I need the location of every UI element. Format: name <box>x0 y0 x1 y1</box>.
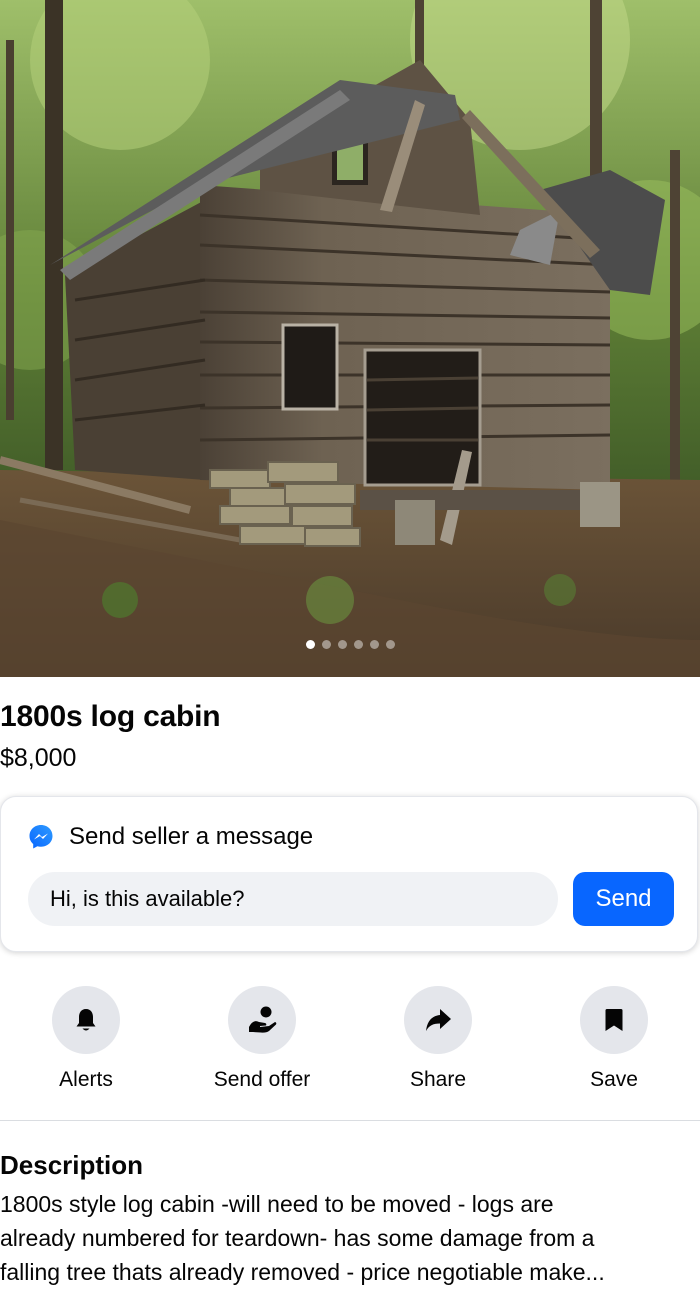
message-card-header: Send seller a message <box>27 823 313 851</box>
message-card-title: Send seller a message <box>69 823 314 850</box>
messenger-icon <box>29 825 53 849</box>
description-line: already numbered for teardown- has some … <box>0 1225 595 1251</box>
photo-dot[interactable] <box>337 640 347 649</box>
save-label: Save <box>590 1068 638 1091</box>
cabin-photo-image <box>0 0 700 677</box>
description-text[interactable]: 1800s style log cabin -will need to be m… <box>0 1187 690 1289</box>
photo-dot[interactable] <box>353 640 363 649</box>
photo-dot[interactable] <box>321 640 331 649</box>
description-line: falling tree thats already removed - pri… <box>0 1259 605 1285</box>
listing-price: $8,000 <box>0 744 77 772</box>
photo-dot[interactable] <box>305 640 315 649</box>
alerts-label: Alerts <box>59 1068 113 1091</box>
alerts-icon-circle[interactable] <box>52 986 120 1054</box>
share-icon-circle[interactable] <box>404 986 472 1054</box>
bookmark-icon <box>605 1009 623 1031</box>
share-arrow-icon <box>426 1009 451 1031</box>
photo-dot[interactable] <box>385 640 395 649</box>
save-icon-circle[interactable] <box>580 986 648 1054</box>
description-heading: Description <box>0 1150 144 1180</box>
send-offer-button[interactable]: Send offer <box>187 986 337 1092</box>
description-line: 1800s style log cabin -will need to be m… <box>0 1191 554 1217</box>
offer-hand-icon <box>249 1006 277 1033</box>
send-button[interactable]: Send <box>573 872 674 926</box>
photo-dot[interactable] <box>369 640 379 649</box>
send-offer-label: Send offer <box>213 1068 311 1091</box>
save-button[interactable]: Save <box>539 986 689 1092</box>
alerts-button[interactable]: Alerts <box>11 986 161 1092</box>
listing-photo[interactable] <box>0 0 700 677</box>
bell-icon <box>76 1009 96 1031</box>
share-button[interactable]: Share <box>363 986 513 1092</box>
share-label: Share <box>409 1068 467 1091</box>
action-row: Alerts Send offer Share Save <box>0 986 700 1096</box>
send-offer-icon-circle[interactable] <box>228 986 296 1054</box>
section-divider <box>0 1120 700 1121</box>
message-seller-card: Send seller a message Hi, is this availa… <box>0 796 698 952</box>
message-input[interactable]: Hi, is this available? <box>28 872 558 926</box>
listing-title: 1800s log cabin <box>0 700 221 733</box>
photo-pagination <box>0 640 700 649</box>
